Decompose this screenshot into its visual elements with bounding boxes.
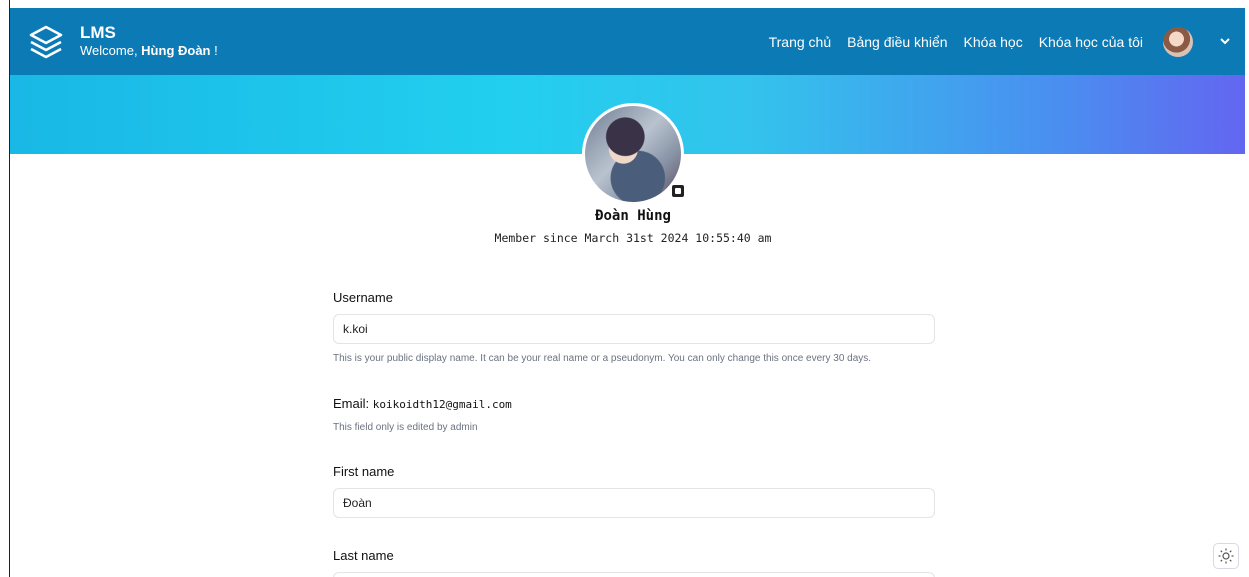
screenshot-edge-right (1245, 0, 1249, 577)
welcome-user-name: Hùng Đoàn (141, 42, 211, 58)
last-name-label: Last name (333, 548, 394, 563)
top-navbar: LMS Welcome, Hùng Đoàn ! Trang chủ Bảng … (10, 8, 1245, 75)
first-name-input[interactable] (333, 488, 935, 518)
profile-avatar[interactable] (582, 103, 684, 205)
welcome-suffix: ! (210, 42, 218, 58)
layers-icon (29, 25, 63, 58)
screenshot-edge-top (0, 0, 1249, 8)
main-nav: Trang chủ Bảng điều khiển Khóa học Khóa … (769, 26, 1231, 57)
nav-home[interactable]: Trang chủ (769, 34, 832, 50)
welcome-prefix: Welcome, (80, 42, 142, 58)
brand-title: LMS (80, 22, 116, 42)
theme-toggle-button[interactable] (1213, 543, 1239, 569)
email-row: Email: koikoidth12@gmail.com (333, 396, 512, 411)
brand[interactable]: LMS Welcome, Hùng Đoàn ! (26, 22, 218, 62)
user-avatar[interactable] (1163, 26, 1193, 57)
nav-courses[interactable]: Khóa học (964, 34, 1023, 50)
username-input[interactable] (333, 314, 935, 344)
nav-dashboard[interactable]: Bảng điều khiển (847, 34, 947, 50)
username-help: This is your public display name. It can… (333, 353, 872, 364)
username-label: Username (333, 290, 393, 305)
profile-name: Đoàn Hùng (595, 208, 671, 224)
email-value: koikoidth12@gmail.com (372, 398, 512, 411)
email-label: Email: (333, 396, 373, 411)
chevron-down-icon[interactable] (1219, 34, 1231, 50)
screenshot-edge-left (0, 0, 10, 577)
email-help: This field only is edited by admin (333, 422, 478, 433)
last-name-input[interactable] (333, 572, 935, 577)
edit-avatar-icon[interactable] (672, 185, 684, 197)
welcome-text: Welcome, Hùng Đoàn ! (80, 42, 218, 60)
sun-icon (1218, 548, 1234, 564)
first-name-label: First name (333, 464, 395, 479)
member-since: Member since March 31st 2024 10:55:40 am (494, 231, 772, 245)
nav-my-courses[interactable]: Khóa học của tôi (1039, 34, 1143, 50)
